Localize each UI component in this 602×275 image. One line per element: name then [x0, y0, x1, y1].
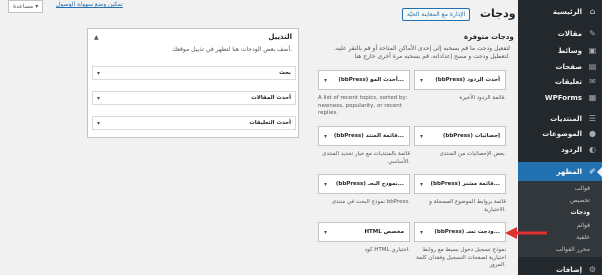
chevron-down-icon: ▾ — [420, 132, 424, 140]
widget-title: (bbPress) قائمة مشتر... — [430, 181, 500, 187]
sidebar-item-replies[interactable]: ◐ الردود — [518, 140, 602, 159]
area-widget-search[interactable]: ▾ بحث — [92, 66, 296, 80]
chevron-down-icon: ▾ — [97, 119, 101, 127]
sidebar-item-label: الرئيسية — [552, 7, 582, 16]
area-widget-recent-comments[interactable]: ▾ أحدث التعليقات — [92, 116, 296, 130]
accessibility-mode-link[interactable]: تمكين وضع سهولة الوصول — [56, 1, 123, 8]
sidebar-item-wpforms[interactable]: ▦ WPForms — [518, 88, 602, 107]
sidebar-item-label: الردود — [561, 145, 582, 154]
widget-bbp-search[interactable]: ▾ (bbPress) نموذج البحـ... — [318, 174, 410, 194]
sidebar-item-label: المظهر — [556, 167, 582, 176]
widget-custom-html[interactable]: ▾ HTML مخصص — [318, 222, 410, 242]
footer-widget-area: ▲ التذييل أضف بعض الودجات هنا لتظهر في ت… — [87, 28, 299, 138]
sidebar-item-label: مقالات — [557, 29, 582, 38]
chevron-down-icon: ▾ — [97, 69, 101, 77]
active-menu-pointer — [597, 167, 602, 177]
sidebar-item-label: وسائط — [558, 46, 582, 55]
widget-description: نموذج البحث في منتدى bbPress. — [331, 199, 410, 205]
sidebar-item-label: صفحات — [555, 62, 582, 71]
widget-description: كود HTML اختياري. — [364, 247, 410, 253]
widget-bbp-forums-list[interactable]: ▾ (bbPress) قائمة المنتد... — [318, 126, 410, 146]
widget-description: قائمة بروابط الموضوع المسجلة و الاختياري… — [429, 199, 506, 213]
replies-icon: ◐ — [589, 145, 596, 154]
widget-title: (bbPress) ودجت تسـ... — [434, 229, 500, 235]
chevron-down-icon: ▾ — [420, 76, 424, 84]
area-widget-title: بحث — [279, 70, 291, 76]
widget-bbp-stats[interactable]: ▾ (bbPress) إحصائيات — [414, 126, 506, 146]
sidebar-item-label: WPForms — [544, 93, 582, 102]
manage-live-preview-button[interactable]: الإدارة مع المعاينة الحيّة — [402, 8, 471, 21]
area-title[interactable]: التذييل — [268, 33, 292, 41]
dashboard-icon: ⌂ — [589, 7, 596, 16]
widget-title: HTML مخصص — [364, 229, 404, 235]
area-widget-title: أحدث المقالات — [251, 95, 291, 101]
forums-icon: ☰ — [588, 114, 597, 123]
help-button[interactable]: مساعدة ▾ — [8, 0, 44, 13]
widget-title: (bbPress) قائمة المنتد... — [333, 133, 404, 139]
chevron-down-icon: ▾ — [324, 228, 328, 236]
sidebar-item-appearance[interactable]: ✐ المظهر — [518, 162, 602, 181]
widget-title: (bbPress) نموذج البحـ... — [335, 181, 404, 187]
comments-icon: ✉ — [589, 77, 596, 86]
widget-bbp-recent-replies[interactable]: ▾ (bbPress) أحدث الردود — [414, 70, 506, 90]
area-widget-recent-posts[interactable]: ▾ أحدث المقالات — [92, 91, 296, 105]
chevron-down-icon: ▾ — [324, 180, 328, 188]
widget-description: بعض الإحصائيات من المنتدى. — [439, 151, 507, 157]
sidebar-item-label: تعليقات — [555, 77, 582, 86]
chevron-down-icon: ▾ — [324, 76, 328, 84]
area-description: أضف بعض الودجات هنا لتظهر في تذييل موقعك… — [172, 46, 292, 53]
submenu-item-theme-editor[interactable]: محرر القوالب — [518, 246, 602, 260]
widget-description: قائمة الردود الأخيرة. — [459, 95, 506, 101]
available-widgets-title: ودجات متوفرة — [464, 33, 514, 41]
widget-description: قائمة بالمنتديات مع خيار تحديد المنتدى ا… — [322, 151, 410, 165]
widget-bbp-views[interactable]: ▾ (bbPress) قائمة مشتر... — [414, 174, 506, 194]
topics-icon: ● — [589, 129, 596, 138]
media-icon: ▣ — [588, 46, 597, 55]
appearance-submenu: قوالب تخصيص ودجات قوائم خلفية محرر القوا… — [518, 181, 602, 257]
submenu-item-widgets[interactable]: ودجات — [518, 209, 602, 223]
widget-title: (bbPress) أحدث المو... — [338, 77, 404, 83]
wpforms-icon: ▦ — [588, 93, 597, 102]
pages-icon: ▤ — [588, 62, 597, 71]
sidebar-item-plugins[interactable]: ⚙ إضافات — [518, 260, 602, 275]
widget-bbp-login[interactable]: ▾ (bbPress) ودجت تسـ... — [414, 222, 506, 242]
page-title: ودجات — [480, 7, 516, 20]
chevron-down-icon: ▾ — [97, 94, 101, 102]
widget-description: نموذج تسجيل دخول بسيط مع روابط اختيارية … — [416, 247, 506, 268]
chevron-down-icon: ▾ — [420, 180, 424, 188]
widget-title: (bbPress) أحدث الردود — [435, 77, 500, 83]
widget-description: A list of recent topics, sorted by: newn… — [318, 95, 408, 116]
sidebar-item-dashboard[interactable]: ⌂ الرئيسية — [518, 2, 602, 21]
sidebar-item-label: الموضوعات — [542, 129, 582, 138]
pin-icon: ✎ — [589, 29, 596, 38]
chevron-down-icon: ▾ — [324, 132, 328, 140]
available-widgets-description: لتفعيل ودجت ما قم بسحبه إلى إحدى الأماكن… — [333, 45, 510, 60]
sidebar-item-label: المنتديات — [550, 114, 582, 123]
area-widget-title: أحدث التعليقات — [249, 120, 291, 126]
area-toggle-icon[interactable]: ▲ — [94, 34, 99, 41]
chevron-down-icon: ▾ — [420, 228, 424, 236]
widget-title: (bbPress) إحصائيات — [442, 133, 500, 139]
red-arrow-annotation — [505, 227, 547, 239]
plugins-icon: ⚙ — [588, 265, 597, 274]
sidebar-item-label: إضافات — [555, 265, 582, 274]
widget-bbp-recent-topics[interactable]: ▾ (bbPress) أحدث المو... — [318, 70, 410, 90]
